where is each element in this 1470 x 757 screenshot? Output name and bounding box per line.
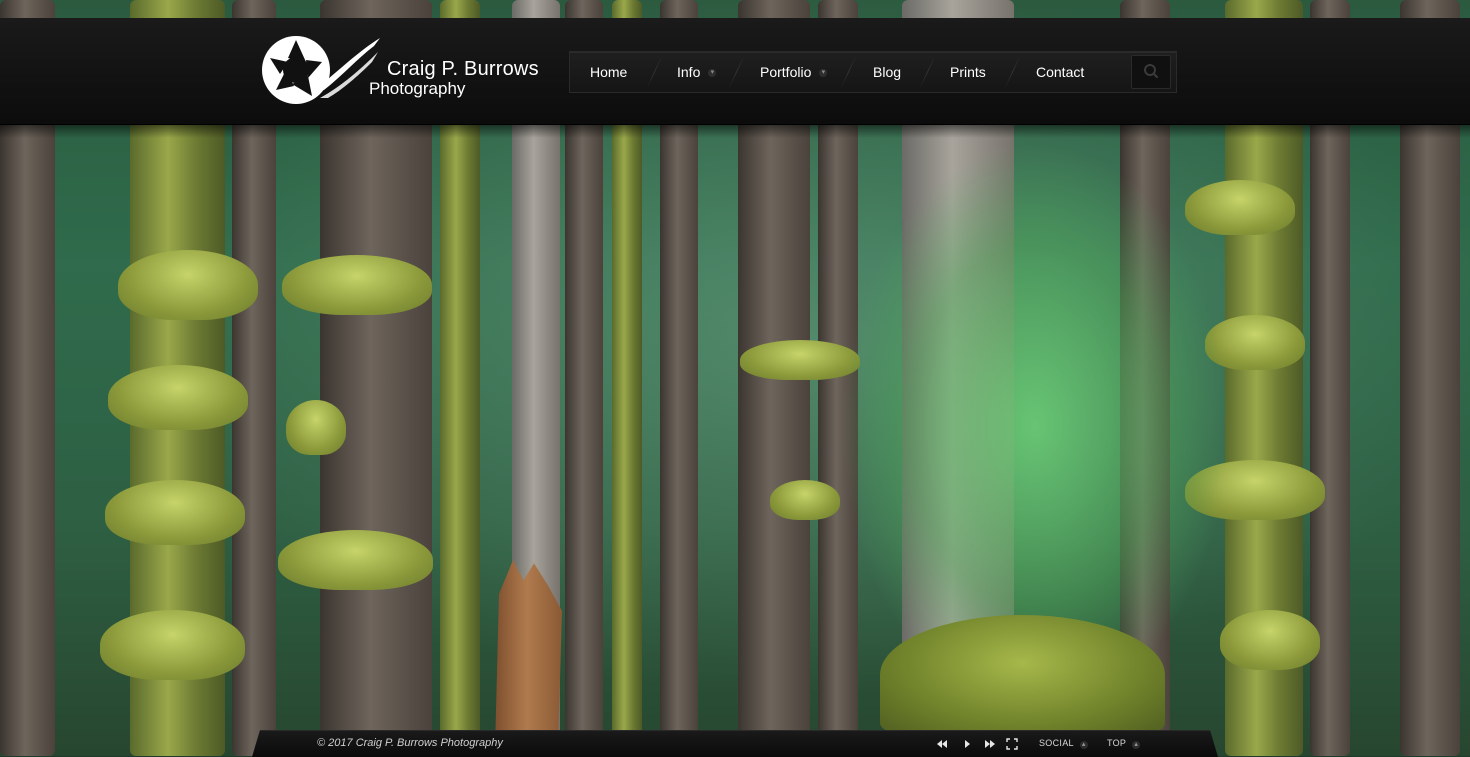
moss-clump xyxy=(282,255,432,315)
fullscreen-icon xyxy=(1006,738,1018,750)
sapling-foliage xyxy=(840,140,1230,660)
nav-prints[interactable]: Prints xyxy=(950,52,986,92)
site-logo[interactable]: Craig P. Burrows Photography xyxy=(262,32,542,110)
nav-separator xyxy=(840,56,857,88)
moss-clump xyxy=(105,480,245,545)
nav-separator xyxy=(1004,56,1021,88)
nav-blog-label: Blog xyxy=(873,64,902,80)
nav-home[interactable]: Home xyxy=(590,52,627,92)
moss-clump xyxy=(770,480,840,520)
previous-button[interactable] xyxy=(934,735,950,753)
site-subtitle: Photography xyxy=(369,79,466,98)
nav-separator xyxy=(919,56,936,88)
moss-clump xyxy=(108,365,248,430)
nav-contact[interactable]: Contact xyxy=(1036,52,1084,92)
social-label: SOCIAL xyxy=(1039,738,1074,748)
moss-clump xyxy=(118,250,258,320)
social-toggle[interactable]: SOCIAL ▴ xyxy=(1039,738,1088,749)
moss-mound xyxy=(880,615,1165,735)
moss-clump xyxy=(100,610,245,680)
play-icon xyxy=(965,740,970,748)
chevron-down-icon: ▾ xyxy=(708,69,717,78)
footer-bar: © 2017 Craig P. Burrows Photography SOCI… xyxy=(252,730,1218,757)
moss-clump xyxy=(278,530,433,590)
header-shadow xyxy=(0,124,1470,138)
next-button[interactable] xyxy=(982,735,998,753)
nav-portfolio-label: Portfolio xyxy=(760,64,812,80)
site-title: Craig P. Burrows xyxy=(387,58,539,80)
play-button[interactable] xyxy=(960,735,974,753)
nav-portfolio[interactable]: Portfolio ▾ xyxy=(760,52,828,92)
copyright-text: © 2017 Craig P. Burrows Photography xyxy=(317,737,503,749)
previous-icon xyxy=(937,740,947,748)
back-to-top-button[interactable]: TOP ▴ xyxy=(1107,738,1141,749)
nav-blog[interactable]: Blog xyxy=(873,52,901,92)
moss-clump xyxy=(286,400,346,455)
moss-clump xyxy=(1220,610,1320,670)
fullscreen-button[interactable] xyxy=(1004,735,1020,753)
chevron-up-icon: ▴ xyxy=(1079,741,1088,749)
search-button[interactable] xyxy=(1131,55,1171,89)
chevron-down-icon: ▾ xyxy=(819,69,828,78)
top-label: TOP xyxy=(1107,738,1127,748)
main-navigation: Home Info ▾ Portfolio ▾ Blog Prints Contac… xyxy=(569,51,1177,93)
site-header: Craig P. Burrows Photography Home Info ▾ … xyxy=(0,18,1470,125)
nav-separator xyxy=(728,56,745,88)
nav-contact-label: Contact xyxy=(1036,64,1085,80)
nav-separator xyxy=(646,56,663,88)
nav-home-label: Home xyxy=(590,64,628,80)
nav-info-label: Info xyxy=(677,64,701,80)
nav-info[interactable]: Info ▾ xyxy=(677,52,717,92)
nav-prints-label: Prints xyxy=(950,64,986,80)
chevron-up-icon: ▴ xyxy=(1132,741,1141,749)
search-icon xyxy=(1144,64,1159,79)
next-icon xyxy=(985,740,995,748)
aperture-logo-icon xyxy=(262,36,380,104)
